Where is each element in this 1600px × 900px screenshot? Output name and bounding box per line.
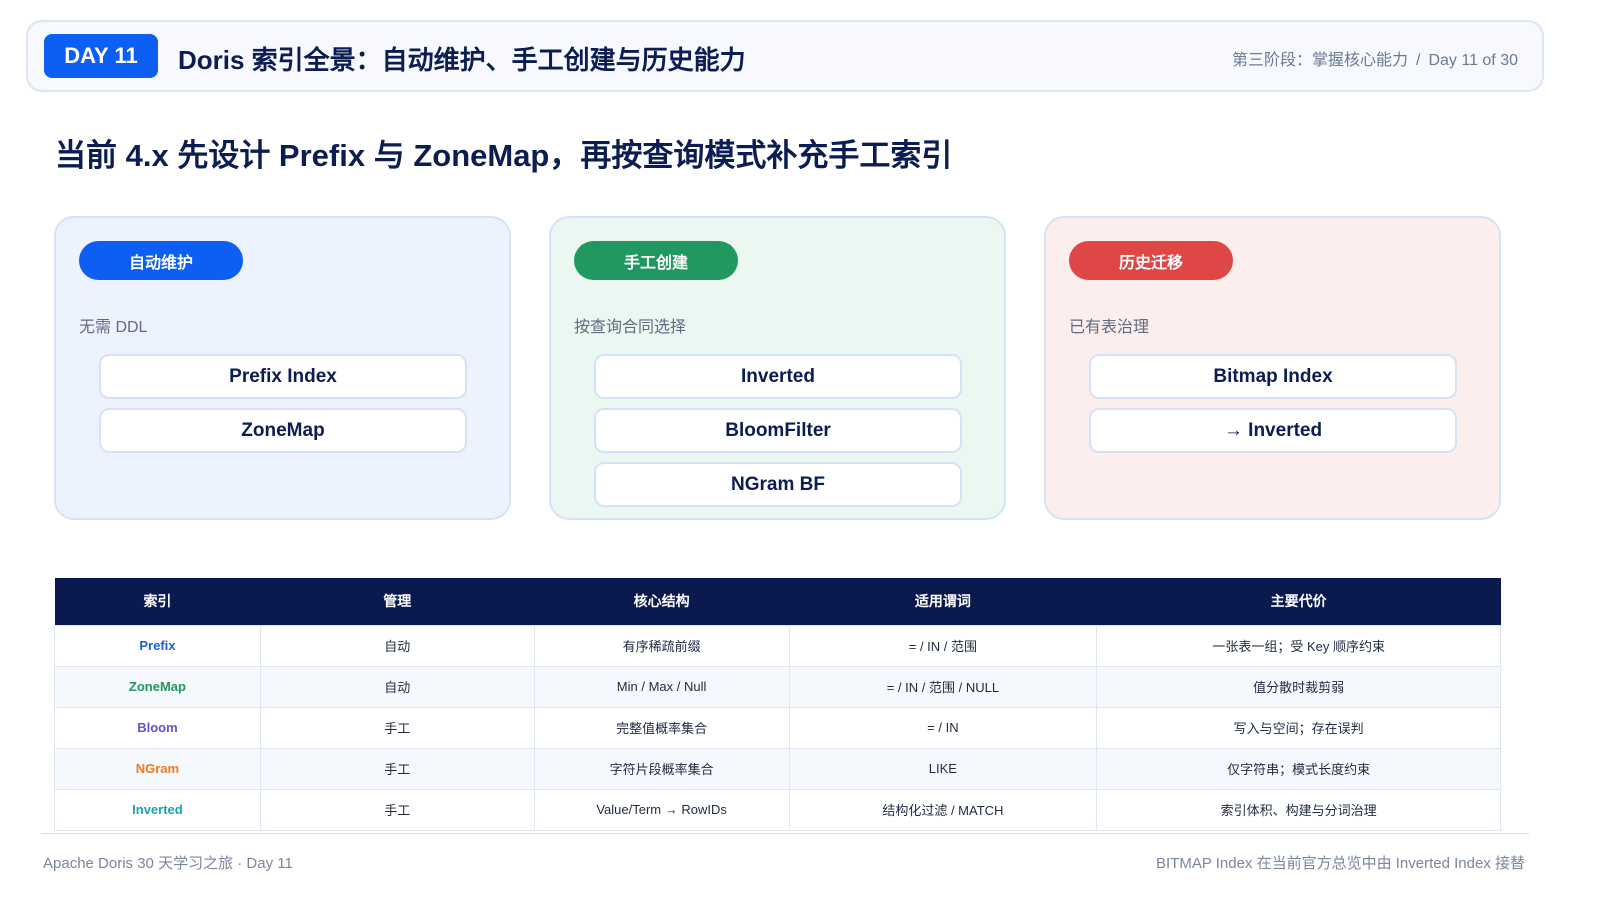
table-cell: 手工 xyxy=(259,706,535,749)
table-cell: 写入与空间；存在误判 xyxy=(1096,706,1501,749)
page-title: 当前 4.x 先设计 Prefix 与 ZoneMap，再按查询模式补充手工索引 xyxy=(55,138,953,173)
table-cell: Min / Max / Null xyxy=(533,665,790,708)
card-subtitle: 无需 DDL xyxy=(79,319,148,336)
index-item: → Inverted xyxy=(1089,408,1457,453)
card-subtitle: 按查询合同选择 xyxy=(574,319,687,336)
table-cell: 手工 xyxy=(259,747,535,790)
header-progress: 第三阶段：掌握核心能力 / Day 11 of 30 xyxy=(1232,46,1518,70)
index-item: ZoneMap xyxy=(99,408,467,453)
table-row: Inverted 手工 Value/Term → RowIDs 结构化过滤 / MAT… xyxy=(54,788,1501,831)
column-header: 管理 xyxy=(260,578,535,625)
header-bar: DAY 11 Doris 索引全景：自动维护、手工创建与历史能力 第三阶段：掌握… xyxy=(26,20,1544,92)
separator: / xyxy=(1416,52,1421,69)
stage-label: 第三阶段：掌握核心能力 xyxy=(1231,52,1408,69)
index-name-cell: NGram xyxy=(54,747,261,790)
header-title: Doris 索引全景：自动维护、手工创建与历史能力 xyxy=(178,45,746,75)
footer-course-label: Apache Doris 30 天学习之旅 · Day 11 xyxy=(43,855,293,872)
table-cell: 完整值概率集合 xyxy=(533,706,790,749)
index-item: Inverted xyxy=(594,354,962,399)
column-header: 主要代价 xyxy=(1096,578,1501,625)
card-label: 手工创建 xyxy=(574,241,738,280)
card-history-migrate: 历史迁移 已有表治理 Bitmap Index → Inverted xyxy=(1044,216,1501,520)
card-auto-maintain: 自动维护 无需 DDL Prefix Index ZoneMap xyxy=(54,216,511,520)
table-cell: LIKE xyxy=(788,747,1098,790)
index-name-cell: Bloom xyxy=(54,706,261,749)
table-cell: Value/Term → RowIDs xyxy=(533,788,790,831)
table-cell: 自动 xyxy=(259,624,535,667)
table-row: ZoneMap 自动 Min / Max / Null = / IN / 范围 / N… xyxy=(54,665,1501,708)
table-cell: 一张表一组；受 Key 顺序约束 xyxy=(1096,624,1501,667)
index-item: NGram BF xyxy=(594,462,962,507)
card-label: 自动维护 xyxy=(79,241,243,280)
day-progress: Day 11 of 30 xyxy=(1428,52,1518,69)
table-row: Prefix 自动 有序稀疏前缀 = / IN / 范围 一张表一组；受 Key 顺序约… xyxy=(54,624,1501,667)
table-cell: = / IN xyxy=(788,706,1098,749)
card-subtitle: 已有表治理 xyxy=(1069,319,1150,336)
table-cell: 结构化过滤 / MATCH xyxy=(788,788,1098,831)
index-name-cell: Inverted xyxy=(54,788,261,831)
index-item: Prefix Index xyxy=(99,354,467,399)
index-name-cell: ZoneMap xyxy=(54,665,261,708)
table-cell: 有序稀疏前缀 xyxy=(533,624,790,667)
card-label: 历史迁移 xyxy=(1069,241,1233,280)
table-header-row: 索引 管理 核心结构 适用谓词 主要代价 xyxy=(54,578,1501,625)
table-cell: 自动 xyxy=(259,665,535,708)
table-row: Bloom 手工 完整值概率集合 = / IN 写入与空间；存在误判 xyxy=(54,706,1501,749)
index-item: Bitmap Index xyxy=(1089,354,1457,399)
table-row: NGram 手工 字符片段概率集合 LIKE 仅字符串；模式长度约束 xyxy=(54,747,1501,790)
table-cell: 索引体积、构建与分词治理 xyxy=(1096,788,1501,831)
column-header: 索引 xyxy=(54,578,261,625)
table-cell: 字符片段概率集合 xyxy=(533,747,790,790)
index-comparison-table: 索引 管理 核心结构 适用谓词 主要代价 Prefix 自动 有序稀疏前缀 = / I… xyxy=(54,578,1501,831)
table-cell: 仅字符串；模式长度约束 xyxy=(1096,747,1501,790)
footer-note: BITMAP Index 在当前官方总览中由 Inverted Index 接替 xyxy=(1156,855,1525,872)
footer-divider xyxy=(41,833,1529,834)
index-item: BloomFilter xyxy=(594,408,962,453)
table-cell: 手工 xyxy=(259,788,535,831)
table-cell: 值分散时裁剪弱 xyxy=(1096,665,1501,708)
table-cell: = / IN / 范围 xyxy=(788,624,1098,667)
day-badge: DAY 11 xyxy=(44,34,158,78)
column-header: 适用谓词 xyxy=(789,578,1097,625)
table-cell: = / IN / 范围 / NULL xyxy=(788,665,1098,708)
index-name-cell: Prefix xyxy=(54,624,261,667)
card-manual-create: 手工创建 按查询合同选择 Inverted BloomFilter NGram … xyxy=(549,216,1006,520)
column-header: 核心结构 xyxy=(534,578,789,625)
